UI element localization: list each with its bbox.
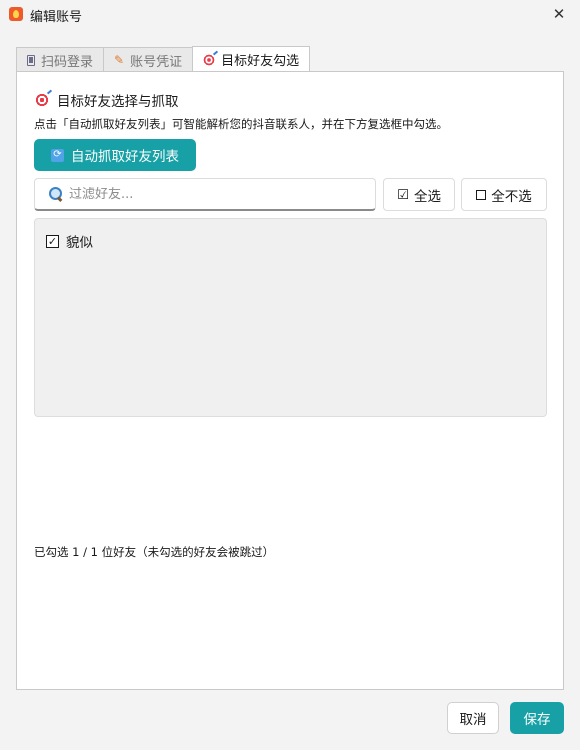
friend-name: 貌似 (66, 235, 93, 251)
section-heading: 目标好友选择与抓取 (35, 90, 179, 110)
select-none-label: 全不选 (491, 188, 532, 205)
fetch-button-label: 自动抓取好友列表 (71, 149, 179, 165)
tab-bar: 扫码登录 ✎ 账号凭证 目标好友勾选 (16, 46, 311, 72)
auto-fetch-friends-button[interactable]: ⟳ 自动抓取好友列表 (34, 139, 196, 171)
close-button[interactable]: ✕ (546, 2, 572, 26)
tab-panel: 目标好友选择与抓取 点击「自动抓取好友列表」可智能解析您的抖音联系人，并在下方复… (16, 71, 564, 690)
target-icon (35, 93, 49, 107)
pencil-icon: ✎ (114, 53, 125, 67)
checked-box-icon: ☑ (396, 186, 410, 203)
tab-account-credentials[interactable]: ✎ 账号凭证 (103, 47, 194, 72)
select-all-button[interactable]: ☑ 全选 (383, 178, 455, 211)
save-button[interactable]: 保存 (510, 702, 564, 734)
friend-list: ✓ 貌似 (34, 218, 547, 417)
select-all-label: 全选 (414, 188, 442, 205)
tab-label: 扫码登录 (41, 54, 94, 70)
refresh-icon: ⟳ (51, 148, 64, 162)
phone-icon (27, 54, 35, 66)
friend-filter-input[interactable] (69, 186, 349, 202)
select-none-button[interactable]: 全不选 (461, 178, 547, 211)
tab-label: 目标好友勾选 (221, 54, 300, 69)
tab-target-friends[interactable]: 目标好友勾选 (192, 46, 311, 72)
tab-qr-login[interactable]: 扫码登录 (16, 47, 105, 72)
section-description: 点击「自动抓取好友列表」可智能解析您的抖音联系人，并在下方复选框中勾选。 (34, 117, 448, 131)
cancel-button[interactable]: 取消 (447, 702, 499, 734)
friend-checkbox[interactable]: ✓ (46, 234, 59, 248)
search-icon (49, 187, 63, 201)
window-title: 编辑账号 (30, 10, 83, 25)
tab-label: 账号凭证 (130, 54, 183, 70)
list-item[interactable]: ✓ 貌似 (46, 231, 93, 251)
selection-summary: 已勾选 1 / 1 位好友（未勾选的好友会被跳过） (34, 545, 275, 559)
app-flame-icon (9, 7, 23, 21)
target-icon (203, 53, 216, 66)
friend-filter-field[interactable] (34, 178, 376, 211)
title-bar: 编辑账号 ✕ (0, 0, 580, 30)
empty-box-icon (476, 189, 487, 200)
section-title: 目标好友选择与抓取 (57, 94, 179, 110)
